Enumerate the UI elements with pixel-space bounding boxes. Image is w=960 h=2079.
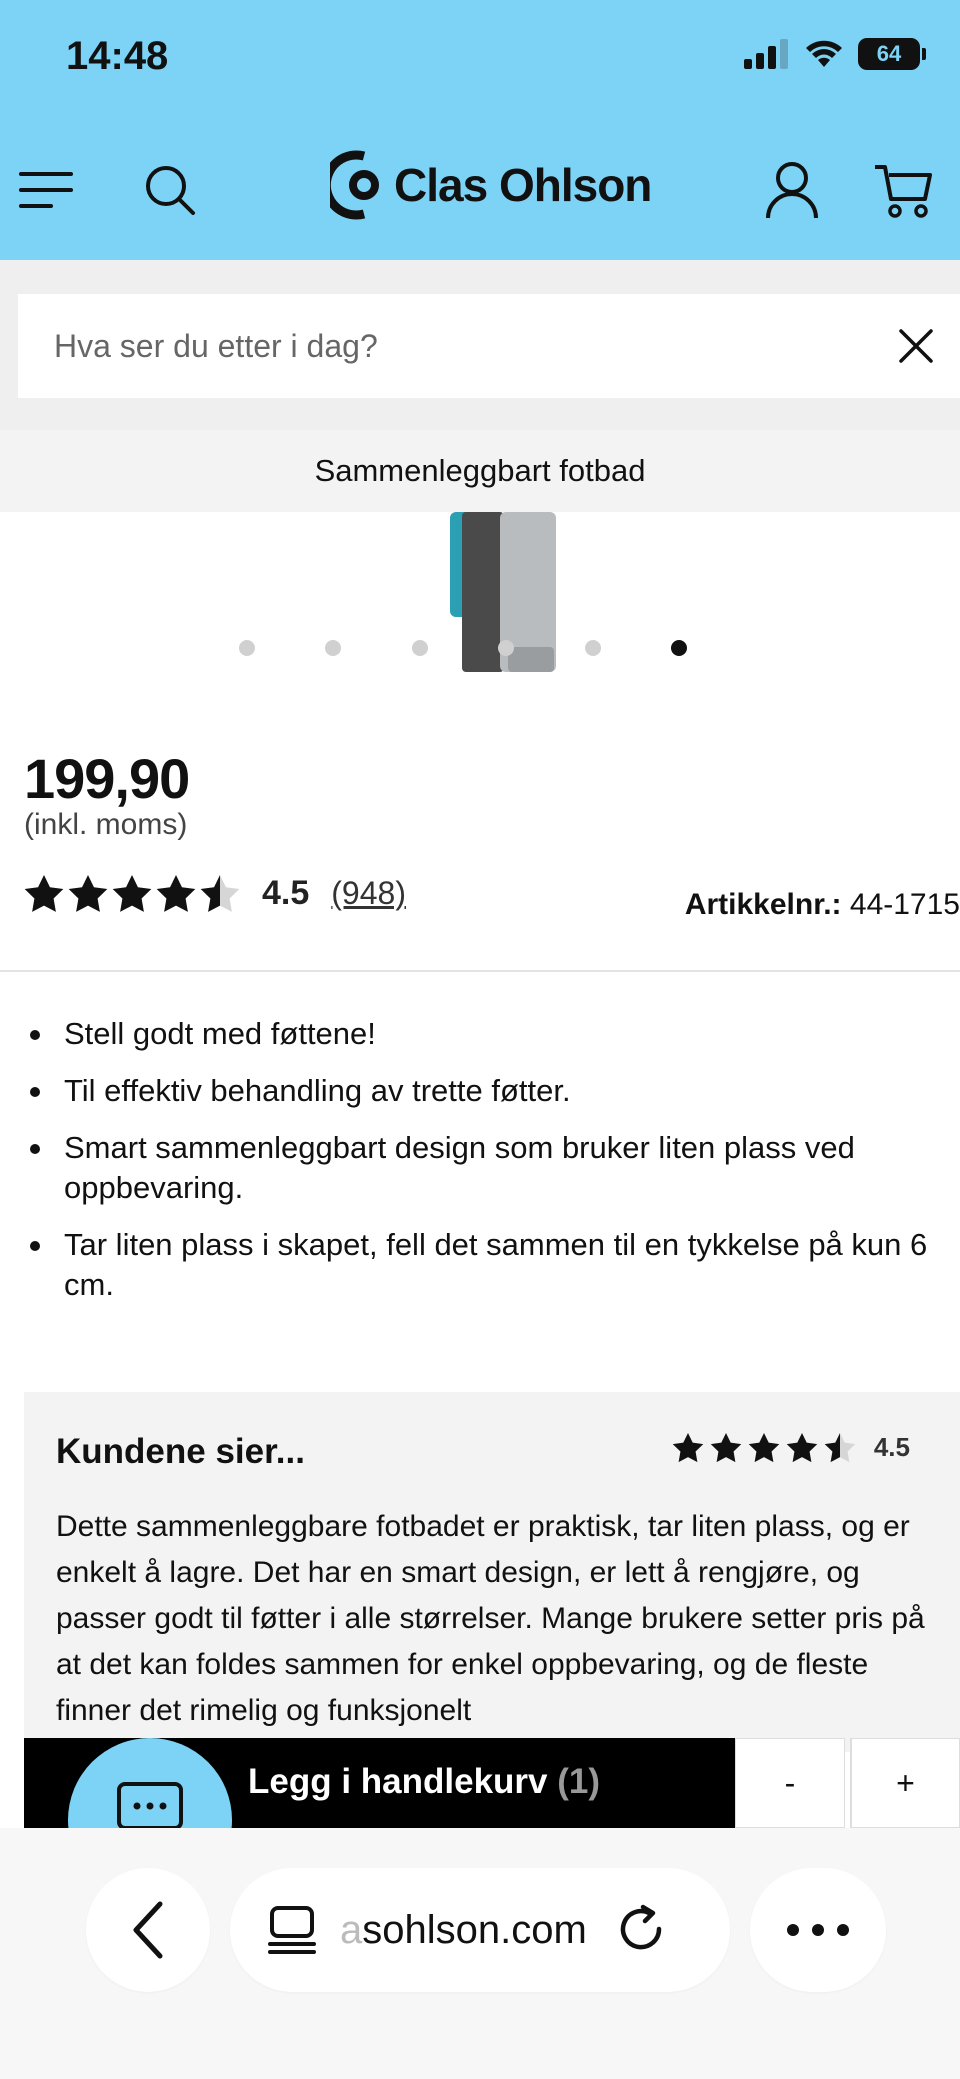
status-bar: 14:48 64: [0, 0, 960, 120]
chevron-left-icon: [133, 1901, 163, 1959]
cart-icon[interactable]: [870, 158, 936, 222]
feature-item: Til effektiv behandling av trette føtter…: [24, 1071, 944, 1111]
menu-icon[interactable]: [18, 166, 74, 214]
reload-icon[interactable]: [615, 1903, 669, 1957]
rating-row: 4.5 (948): [24, 874, 406, 913]
status-time: 14:48: [66, 34, 169, 78]
search-icon[interactable]: [140, 160, 200, 220]
product-price: 199,90: [24, 747, 190, 810]
url-text: asohlson.com: [340, 1908, 587, 1953]
feature-item: Tar liten plass i skapet, fell det samme…: [24, 1225, 944, 1305]
wifi-icon: [806, 40, 842, 67]
close-icon[interactable]: [898, 328, 934, 364]
qty-minus-button[interactable]: -: [735, 1738, 845, 1828]
star-icon: [710, 1432, 742, 1462]
url-main: sohlson.com: [362, 1907, 587, 1952]
address-bar[interactable]: asohlson.com: [230, 1868, 730, 1992]
review-count-link[interactable]: (948): [331, 875, 406, 912]
qty-plus-button[interactable]: +: [850, 1738, 960, 1828]
carousel-dot-active[interactable]: [671, 640, 687, 656]
star-icon: [156, 874, 196, 912]
reviews-score: 4.5: [873, 1432, 910, 1462]
battery-icon: 64: [858, 38, 926, 70]
rating-stars: [24, 874, 240, 913]
reviews-rating: 4.5: [672, 1432, 910, 1463]
browser-toolbar: asohlson.com: [0, 1828, 960, 2079]
article-label: Artikkelnr.:: [684, 888, 842, 921]
add-to-cart-bar: Legg i handlekurv (1) - +: [24, 1738, 960, 1828]
brand-logo[interactable]: Clas Ohlson: [330, 150, 652, 220]
rating-value: 4.5: [262, 874, 310, 912]
url-faded: a: [340, 1907, 363, 1952]
divider: [0, 970, 960, 972]
search-input[interactable]: [18, 327, 838, 365]
reviews-summary-text: Dette sammenleggbare fotbadet er praktis…: [56, 1510, 925, 1727]
chat-icon: [117, 1782, 183, 1828]
add-to-cart-label: Legg i handlekurv (1): [248, 1762, 600, 1802]
star-icon: [68, 874, 108, 912]
star-icon: [112, 874, 152, 912]
carousel-dot[interactable]: [498, 640, 514, 656]
chat-button[interactable]: [68, 1738, 232, 1828]
cart-label-text: Legg i handlekurv: [248, 1762, 548, 1801]
search-box: [18, 294, 960, 398]
clas-ohlson-logo-icon: [330, 150, 379, 220]
status-icons: 64: [744, 38, 926, 70]
reader-icon: [268, 1906, 316, 1954]
signal-icon: [744, 39, 788, 69]
carousel-dots: [0, 640, 960, 660]
carousel-dot[interactable]: [412, 640, 428, 656]
carousel-dot[interactable]: [325, 640, 341, 656]
vat-note: (inkl. moms): [24, 808, 188, 841]
brand-name: Clas Ohlson: [394, 159, 652, 211]
feature-item: Smart sammenleggbart design som bruker l…: [24, 1128, 944, 1208]
more-options-button[interactable]: [750, 1868, 886, 1992]
add-to-cart-button[interactable]: Legg i handlekurv (1): [24, 1738, 735, 1828]
back-button[interactable]: [86, 1868, 210, 1992]
half-star-icon: [200, 874, 240, 912]
star-icon: [748, 1432, 780, 1462]
article-value: 44-1715: [849, 888, 960, 921]
half-star-icon: [824, 1432, 856, 1462]
carousel-dot[interactable]: [585, 640, 601, 656]
reviews-summary: Kundene sier... 4.5 Dette sammenleggbare…: [24, 1392, 960, 1752]
ellipsis-icon: [787, 1924, 849, 1936]
star-icon: [786, 1432, 818, 1462]
star-icon: [672, 1432, 704, 1462]
reviews-title: Kundene sier...: [56, 1432, 305, 1471]
article-number: Artikkelnr.: 44-1715: [685, 888, 960, 922]
feature-item: Stell godt med føttene!: [24, 1014, 944, 1054]
star-icon: [24, 874, 64, 912]
cart-qty: (1): [557, 1762, 601, 1801]
account-icon[interactable]: [762, 158, 822, 222]
carousel-dot[interactable]: [239, 640, 255, 656]
feature-list: Stell godt med føttene! Til effektiv beh…: [24, 1014, 944, 1322]
product-title: Sammenleggbart fotbad: [0, 430, 960, 512]
